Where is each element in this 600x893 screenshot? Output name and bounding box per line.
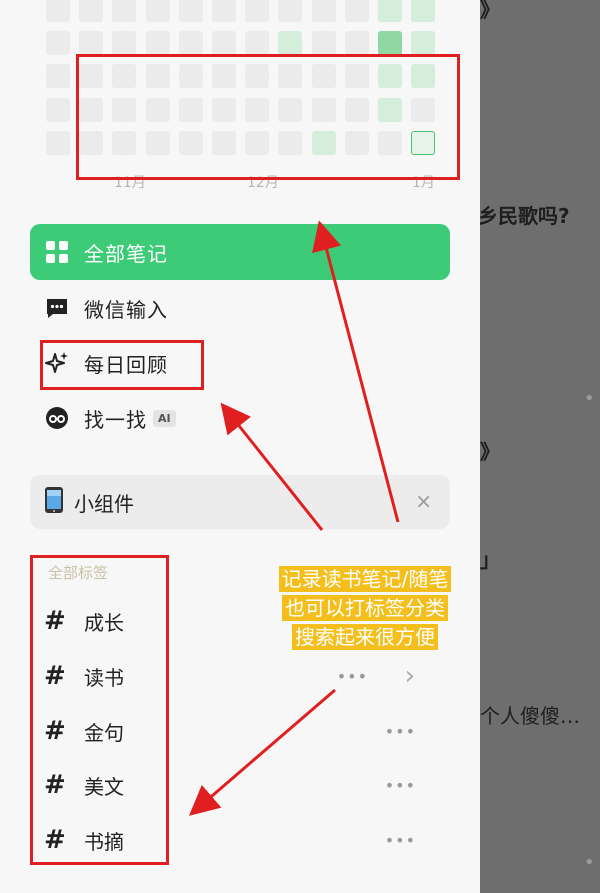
annotation-callout: 记录读书笔记/随笔 也可以打标签分类 搜索起来很方便 (258, 565, 472, 652)
callout-line: 也可以打标签分类 (282, 595, 448, 621)
annotation-arrows (188, 220, 400, 816)
callout-line: 搜索起来很方便 (292, 624, 438, 650)
callout-line: 记录读书笔记/随笔 (278, 566, 452, 592)
